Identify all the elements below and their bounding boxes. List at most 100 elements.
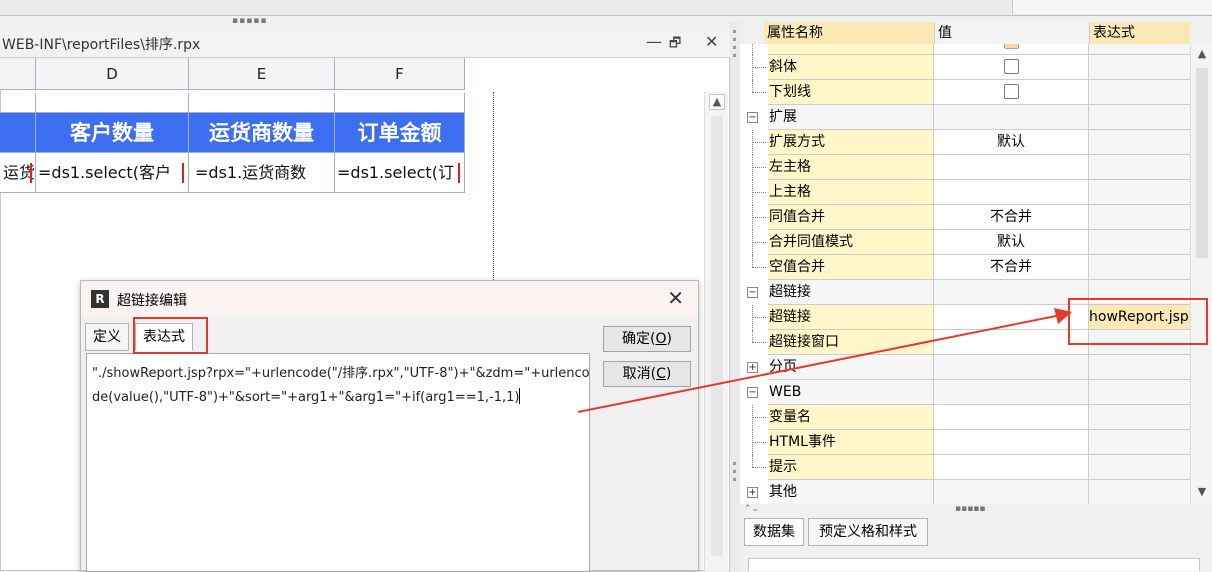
property-table: 斜体 下划线 − 扩展 扩展方式 默认 左主格 上主格 同值合并 不合并 合并同…: [740, 44, 1190, 504]
header-cell-f[interactable]: 订单金额: [335, 113, 465, 153]
property-category-expand[interactable]: − 扩展: [740, 105, 1190, 130]
expand-icon[interactable]: +: [747, 362, 758, 373]
formula-cell-d[interactable]: =ds1.select(客户: [36, 153, 189, 193]
collapse-icon[interactable]: −: [747, 287, 758, 298]
header-cell-c[interactable]: [0, 113, 36, 153]
property-row-merge-mode[interactable]: 合并同值模式 默认: [740, 230, 1190, 255]
property-name: 同值合并: [768, 205, 934, 230]
property-expression[interactable]: [1089, 430, 1190, 455]
close-icon[interactable]: ✕: [705, 32, 718, 51]
column-header-row: D E F: [0, 58, 465, 90]
header-value[interactable]: 值: [934, 22, 1089, 44]
formula-cell-f[interactable]: =ds1.select(订: [335, 153, 465, 193]
property-expression[interactable]: [1089, 405, 1190, 430]
restore-icon[interactable]: 🗗: [669, 34, 681, 56]
property-name: 超链接: [768, 305, 934, 330]
editor-titlebar: WEB-INF\reportFiles\排序.rpx — 🗗 ✕: [0, 28, 730, 58]
grid-cell[interactable]: [0, 93, 36, 113]
italic-checkbox-cell[interactable]: [934, 55, 1089, 80]
collapse-icon[interactable]: −: [747, 112, 758, 123]
underline-checkbox-cell[interactable]: [934, 80, 1089, 105]
tab-predefined-styles[interactable]: 预定义格和样式: [808, 518, 928, 546]
ok-button[interactable]: 确定(O): [603, 326, 691, 352]
property-expression[interactable]: [1089, 80, 1190, 105]
grid-row-formula: 运货 =ds1.select(客户 =ds1.运货商数 =ds1.select(…: [0, 153, 465, 193]
column-header-e[interactable]: E: [189, 58, 335, 90]
tab-definition[interactable]: 定义: [85, 323, 129, 351]
grid-cell[interactable]: [335, 93, 465, 113]
property-expression[interactable]: [1089, 155, 1190, 180]
editor-vertical-scrollbar[interactable]: ▲: [704, 92, 728, 572]
property-category-other[interactable]: + 其他: [740, 480, 1190, 504]
tab-dataset[interactable]: 数据集: [744, 518, 804, 546]
category-name: WEB: [768, 380, 934, 405]
category-name: 分页: [768, 355, 934, 380]
property-expression[interactable]: [1089, 455, 1190, 480]
property-value[interactable]: 不合并: [934, 205, 1089, 230]
property-value[interactable]: [934, 430, 1089, 455]
splitter-handle[interactable]: ▪▪▪▪▪: [955, 504, 986, 514]
property-row-merge-same[interactable]: 同值合并 不合并: [740, 205, 1190, 230]
property-expression[interactable]: [1089, 180, 1190, 205]
checkbox[interactable]: [1003, 59, 1019, 74]
scroll-up-icon[interactable]: ▲: [709, 94, 725, 110]
property-row-html-event[interactable]: HTML事件: [740, 430, 1190, 455]
collapse-arrows-icon[interactable]: ⌃⌄: [744, 504, 759, 514]
expand-marker: [458, 163, 462, 183]
collapse-icon[interactable]: −: [747, 387, 758, 398]
property-vertical-scrollbar[interactable]: ▲ ▼: [1190, 44, 1212, 504]
property-category-paging[interactable]: + 分页: [740, 355, 1190, 380]
expression-textarea[interactable]: "./showReport.jsp?rpx="+urlencode("/排序.r…: [86, 353, 590, 572]
property-expression[interactable]: [1089, 205, 1190, 230]
property-value[interactable]: 默认: [934, 130, 1089, 155]
property-value[interactable]: [934, 330, 1089, 355]
property-row-italic[interactable]: 斜体: [740, 55, 1190, 80]
property-row-tooltip[interactable]: 提示: [740, 455, 1190, 480]
property-value[interactable]: [934, 405, 1089, 430]
property-category-web[interactable]: − WEB: [740, 380, 1190, 405]
property-row-underline[interactable]: 下划线: [740, 80, 1190, 105]
property-row-left-master[interactable]: 左主格: [740, 155, 1190, 180]
checkbox[interactable]: [1003, 84, 1019, 99]
formula-cell-e[interactable]: =ds1.运货商数: [189, 153, 335, 193]
column-header-d[interactable]: D: [36, 58, 189, 90]
header-cell-e[interactable]: 运货商数量: [189, 113, 335, 153]
grid-cell[interactable]: [36, 93, 189, 113]
property-name: 扩展方式: [768, 130, 934, 155]
property-row-expand-mode[interactable]: 扩展方式 默认: [740, 130, 1190, 155]
header-cell-d[interactable]: 客户数量: [36, 113, 189, 153]
property-name: 左主格: [768, 155, 934, 180]
property-expression[interactable]: [1089, 55, 1190, 80]
splitter-handle[interactable]: ▪▪▪▪▪: [232, 16, 268, 26]
property-value[interactable]: [934, 180, 1089, 205]
property-value[interactable]: 不合并: [934, 255, 1089, 280]
expand-icon[interactable]: +: [747, 487, 758, 498]
header-expression[interactable]: 表达式: [1089, 22, 1190, 44]
property-expression[interactable]: [1089, 230, 1190, 255]
formula-cell-c[interactable]: 运货: [0, 153, 36, 193]
formula-text: =ds1.select(客户: [38, 163, 171, 182]
scroll-up-icon[interactable]: ▲: [1194, 46, 1210, 62]
panel-drag-handle[interactable]: [730, 22, 740, 571]
cancel-button[interactable]: 取消(C): [603, 361, 691, 387]
property-expression[interactable]: [1089, 255, 1190, 280]
property-expression[interactable]: [1089, 130, 1190, 155]
grid-cell[interactable]: [189, 93, 335, 113]
top-toolbar-strip: ▪▪▪▪▪: [0, 0, 1212, 26]
column-header-c[interactable]: [0, 58, 36, 90]
scroll-down-icon[interactable]: ▼: [1194, 484, 1210, 500]
property-value[interactable]: 默认: [934, 230, 1089, 255]
property-value[interactable]: [934, 305, 1089, 330]
category-name: 扩展: [768, 105, 934, 130]
property-value[interactable]: [934, 155, 1089, 180]
close-icon[interactable]: ✕: [667, 286, 684, 310]
property-row-variable-name[interactable]: 变量名: [740, 405, 1190, 430]
column-header-f[interactable]: F: [335, 58, 465, 90]
minimize-icon[interactable]: —: [646, 32, 662, 51]
header-property-name[interactable]: 属性名称: [764, 22, 934, 44]
property-row-merge-null[interactable]: 空值合并 不合并: [740, 255, 1190, 280]
scroll-thumb[interactable]: [711, 116, 723, 556]
scroll-thumb[interactable]: [1196, 68, 1208, 258]
property-value[interactable]: [934, 455, 1089, 480]
property-row-top-master[interactable]: 上主格: [740, 180, 1190, 205]
